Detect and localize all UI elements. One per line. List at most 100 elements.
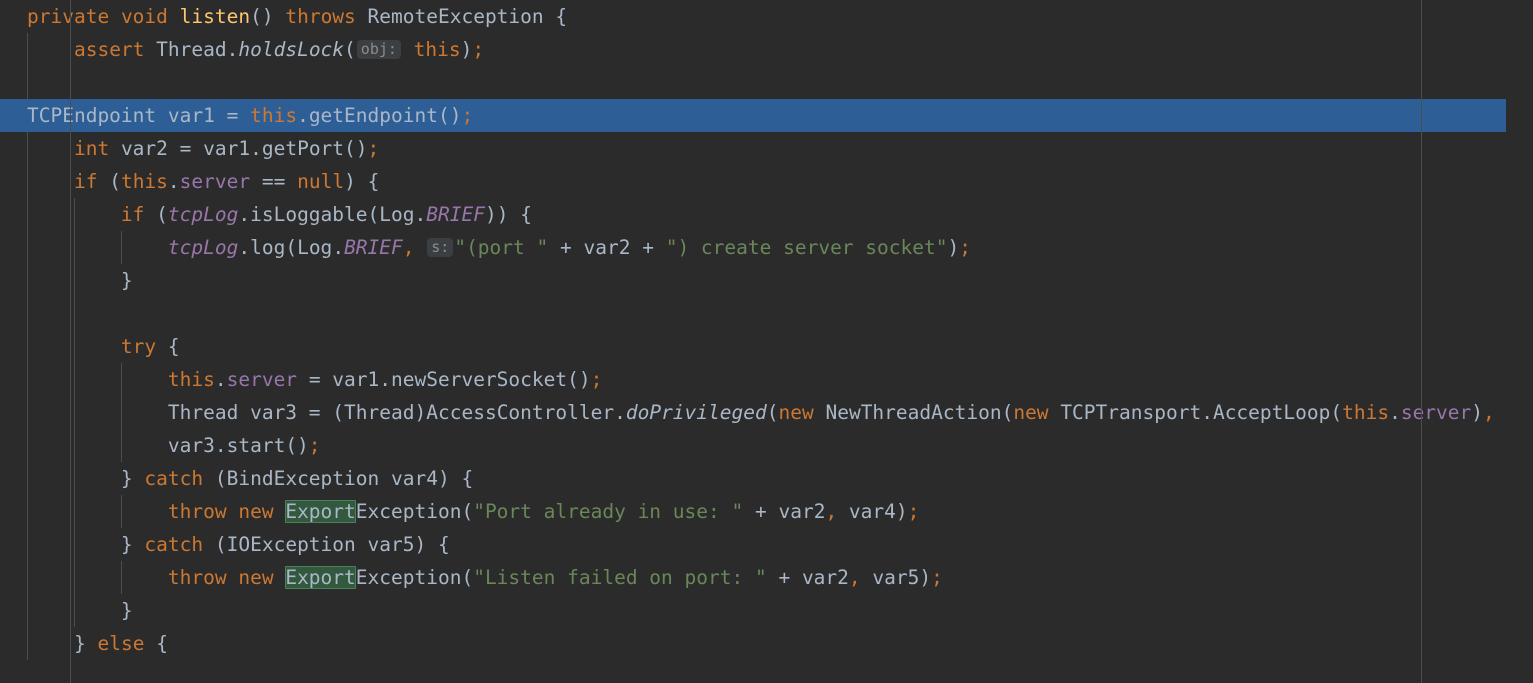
code-token: RemoteException: [367, 5, 544, 28]
code-token: var1: [156, 104, 227, 127]
code-token: var1: [191, 137, 251, 160]
code-token: "Listen failed on port: ": [473, 566, 767, 589]
code-token: var4: [837, 500, 896, 523]
code-token: .: [250, 137, 262, 160]
code-token: assert: [73, 38, 145, 61]
code-text-area[interactable]: private void listen() throws RemoteExcep…: [0, 0, 1533, 683]
code-token: getEndpoint: [308, 104, 438, 127]
code-token: BindException: [226, 467, 380, 490]
code-token: throws: [285, 5, 356, 28]
code-token: ;: [931, 566, 943, 589]
code-token: (): [250, 5, 274, 28]
code-token: ): [460, 38, 473, 61]
code-editor[interactable]: private void listen() throws RemoteExcep…: [0, 0, 1533, 683]
code-token: (: [344, 38, 356, 61]
code-token: {: [520, 203, 532, 226]
code-line[interactable]: [0, 297, 1533, 330]
code-token: var5: [860, 566, 920, 589]
code-token: }: [120, 269, 133, 292]
code-token: (: [285, 236, 298, 259]
code-token: ): [947, 236, 960, 259]
code-token: ==: [261, 170, 286, 193]
code-token: }: [120, 599, 133, 622]
code-line[interactable]: var3.start();: [0, 429, 1533, 462]
code-token: getPort: [261, 137, 345, 160]
code-token: holdsLock: [238, 38, 345, 61]
code-token: BRIEF: [426, 203, 485, 226]
code-line-caret[interactable]: TCPEndpoint var1 = this.getEndpoint();: [0, 99, 1506, 132]
code-token: ,: [848, 566, 861, 589]
code-line[interactable]: Thread var3 = (Thread)AccessController.d…: [0, 396, 1533, 429]
code-token: Exception: [355, 566, 462, 589]
code-token: ,: [825, 500, 838, 523]
code-token: (): [344, 137, 368, 160]
code-token: start: [226, 434, 286, 457]
code-token: catch: [144, 467, 204, 490]
code-token: .: [226, 38, 239, 61]
code-token: catch: [144, 533, 204, 556]
code-token: log: [250, 236, 286, 259]
code-token: (: [1001, 401, 1014, 424]
code-token: ;: [590, 368, 603, 391]
code-line[interactable]: }: [0, 594, 1533, 627]
code-token: Thread: [167, 401, 239, 424]
code-line[interactable]: throw new ExportException("Port already …: [0, 495, 1533, 528]
code-line[interactable]: if (tcpLog.isLoggable(Log.BRIEF)) {: [0, 198, 1533, 231]
code-line[interactable]: } else {: [0, 627, 1533, 660]
code-line[interactable]: tcpLog.log(Log.BRIEF, s: "(port " + var2 …: [0, 231, 1533, 264]
code-token: BRIEF: [344, 236, 403, 259]
code-line[interactable]: try {: [0, 330, 1533, 363]
code-token: "Port already in use: ": [473, 500, 744, 523]
code-line[interactable]: int var2 = var1.getPort();: [0, 132, 1533, 165]
code-token: Log: [297, 236, 333, 259]
code-token: AcceptLoop: [1212, 401, 1331, 424]
code-token: IOException: [226, 533, 356, 556]
code-token: +: [754, 500, 767, 523]
code-token: Log: [379, 203, 415, 226]
code-line[interactable]: [0, 66, 1533, 99]
code-line[interactable]: }: [0, 264, 1533, 297]
code-line[interactable]: assert Thread.holdsLock(obj: this);: [0, 33, 1533, 66]
code-line[interactable]: private void listen() throws RemoteExcep…: [0, 0, 1533, 33]
code-token: new: [238, 566, 274, 589]
code-token: ): [1471, 401, 1484, 424]
code-line[interactable]: if (this.server == null) {: [0, 165, 1533, 198]
code-line[interactable]: } catch (IOException var5) {: [0, 528, 1533, 561]
code-token: "(port ": [454, 236, 549, 259]
code-token: (: [461, 566, 474, 589]
code-token: .: [238, 203, 251, 226]
code-line[interactable]: throw new ExportException("Listen failed…: [0, 561, 1533, 594]
code-line[interactable]: } catch (BindException var4) {: [0, 462, 1533, 495]
code-token: AccessController: [426, 401, 615, 424]
code-token: {: [367, 170, 380, 193]
code-token: .: [297, 104, 309, 127]
code-token: ;: [461, 104, 474, 127]
code-token: this: [413, 38, 461, 61]
code-token: new: [1013, 401, 1049, 424]
code-token: (): [285, 434, 309, 457]
code-token: (): [567, 368, 591, 391]
code-token: Thread: [344, 401, 415, 424]
code-line[interactable]: this.server = var1.newServerSocket();: [0, 363, 1533, 396]
code-token: ): [437, 467, 450, 490]
code-token: (: [109, 170, 121, 193]
